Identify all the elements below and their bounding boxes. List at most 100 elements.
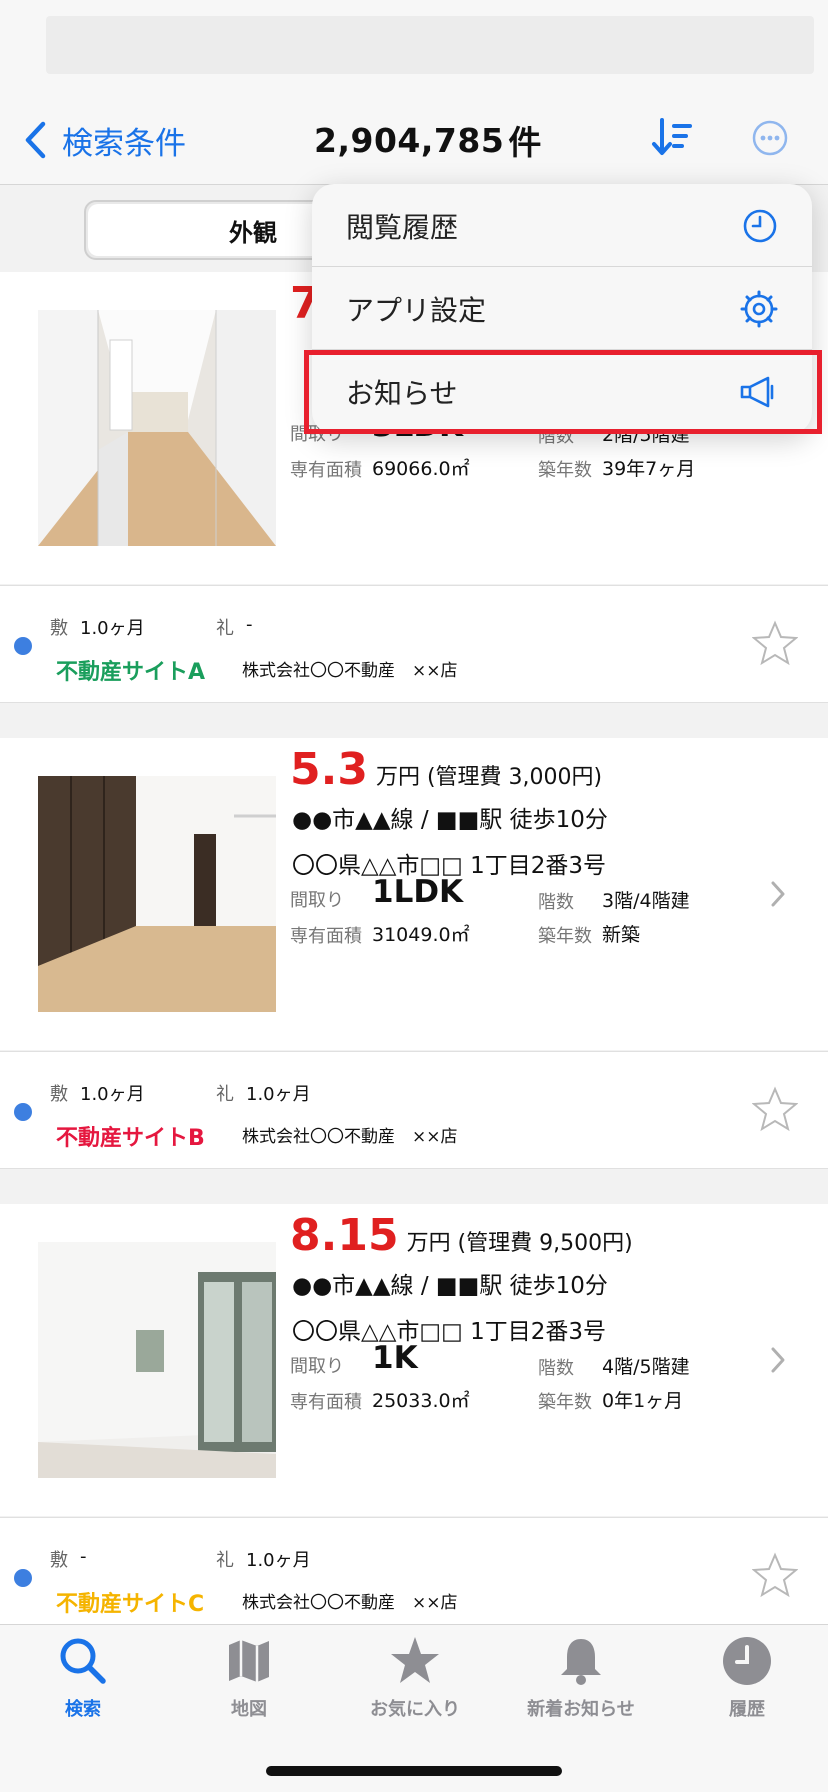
menu-item-settings[interactable]: アプリ設定 [312,267,812,350]
floor-label: 階数 [538,1358,574,1379]
tab-label: 地図 [231,1699,267,1720]
search-icon [60,1638,106,1684]
result-count-unit: 件 [508,123,542,162]
agent-row[interactable]: 敷 1.0ヶ月 礼 1.0ヶ月 不動産サイトB 株式会社〇〇不動産 ××店 [0,1051,828,1169]
age-label: 築年数 [538,460,592,481]
price-line: 8.15 万円 (管理費 9,500円) [290,1210,633,1261]
unread-dot [14,1103,32,1121]
key-money-value: - [246,614,253,635]
chevron-left-icon [25,121,46,159]
area-label: 専有面積 [290,460,362,481]
status-bar [0,0,828,100]
unread-dot [14,1569,32,1587]
age-label: 築年数 [538,926,592,947]
site-name[interactable]: 不動産サイトC [56,1586,204,1618]
station-text: ●●市▲▲線 / ■■駅 徒歩10分 [292,807,608,833]
station-text: ●●市▲▲線 / ■■駅 徒歩10分 [292,1273,608,1299]
address-text: 〇〇県△△市□□ 1丁目2番3号 [292,1319,607,1345]
clock-icon [743,209,777,242]
key-money-label: 礼 [216,618,234,639]
result-count: 2,904,785 件 [314,118,542,163]
deposit-label: 敷 [50,1084,68,1105]
menu-item-history[interactable]: 閲覧履歴 [312,184,812,267]
key-money-label: 礼 [216,1084,234,1105]
ellipsis-circle-icon [752,120,788,156]
deposit-label: 敷 [50,1550,68,1571]
tab-history[interactable]: 履歴 [664,1635,828,1721]
favorite-star-icon[interactable] [752,1086,798,1132]
age-value: 0年1ヶ月 [602,1390,684,1412]
map-icon [229,1640,269,1682]
tab-news[interactable]: 新着お知らせ [498,1635,664,1721]
star-icon [391,1637,439,1683]
agent-row[interactable]: 敷 1.0ヶ月 礼 - 不動産サイトA 株式会社〇〇不動産 ××店 [0,585,828,703]
key-money-value: 1.0ヶ月 [246,1550,311,1571]
age-value: 39年7ヶ月 [602,458,696,480]
chevron-right-icon [771,1347,785,1373]
menu-item-label: 閲覧履歴 [346,210,459,244]
app-screen: 検索条件 2,904,785 件 外観 7 間取り 階数 2階/5階建 専有面積… [0,0,828,1792]
site-name[interactable]: 不動産サイトA [56,654,205,686]
price-unit: 万円 (管理費 9,500円) [406,1231,633,1256]
price-unit: 万円 (管理費 3,000円) [375,765,603,790]
company-name: 株式会社〇〇不動産 ××店 [242,661,458,681]
layout-label: 間取り [290,890,344,911]
company-name: 株式会社〇〇不動産 ××店 [242,1593,458,1613]
area-label: 専有面積 [290,926,362,947]
back-label: 検索条件 [62,125,186,162]
more-button[interactable] [752,120,788,160]
menu-item-label: アプリ設定 [346,293,487,327]
tab-search[interactable]: 検索 [0,1635,166,1721]
price-value: 8.15 [290,1210,399,1261]
company-name: 株式会社〇〇不動産 ××店 [242,1127,458,1147]
navigation-bar: 検索条件 2,904,785 件 [0,100,828,185]
age-label: 築年数 [538,1392,592,1413]
favorite-star-icon[interactable] [752,620,798,666]
key-money-value: 1.0ヶ月 [246,1084,311,1105]
listing-photo [38,310,276,546]
agent-row[interactable]: 敷 - 礼 1.0ヶ月 不動産サイトC 株式会社〇〇不動産 ××店 [0,1517,828,1635]
area-value: 69066.0㎡ [372,458,470,480]
tab-label: 履歴 [729,1699,765,1720]
layout-value: 1K [372,1340,418,1376]
area-label: 専有面積 [290,1392,362,1413]
home-indicator [266,1766,562,1776]
floor-value: 4階/5階建 [602,1356,690,1378]
site-name[interactable]: 不動産サイトB [56,1120,205,1152]
unread-dot [14,637,32,655]
sort-button[interactable] [650,116,694,164]
deposit-value: 1.0ヶ月 [80,618,145,639]
key-money-label: 礼 [216,1550,234,1571]
deposit-label: 敷 [50,618,68,639]
tab-label: 新着お知らせ [527,1699,635,1720]
tab-label: 検索 [65,1699,101,1720]
result-count-value: 2,904,785 [314,120,505,160]
tab-favorites[interactable]: お気に入り [332,1635,498,1721]
layout-value: 1LDK [372,874,464,910]
age-value: 新築 [602,924,641,946]
gear-icon [740,290,778,327]
highlight-box [304,350,822,434]
deposit-value: 1.0ヶ月 [80,1084,145,1105]
price-value: 5.3 [290,744,368,795]
area-value: 25033.0㎡ [372,1390,470,1412]
floor-label: 階数 [538,892,574,913]
chevron-right-icon [771,881,785,907]
tab-map[interactable]: 地図 [166,1635,332,1721]
deposit-value: - [80,1546,87,1567]
status-bar-blur [46,16,814,74]
floor-value: 3階/4階建 [602,890,690,912]
listing-card[interactable]: 8.15 万円 (管理費 9,500円) ●●市▲▲線 / ■■駅 徒歩10分 … [0,1204,828,1516]
area-value: 31049.0㎡ [372,924,470,946]
favorite-star-icon[interactable] [752,1552,798,1598]
layout-label: 間取り [290,1356,344,1377]
listing-photo [38,1242,276,1478]
bell-icon [561,1639,601,1685]
tab-label: お気に入り [370,1699,460,1720]
back-button[interactable]: 検索条件 [24,118,186,162]
history-clock-icon [723,1637,771,1685]
sort-icon [652,118,692,155]
listing-photo [38,776,276,1012]
listing-card[interactable]: 5.3 万円 (管理費 3,000円) ●●市▲▲線 / ■■駅 徒歩10分 〇… [0,738,828,1050]
price-line: 5.3 万円 (管理費 3,000円) [290,744,602,795]
